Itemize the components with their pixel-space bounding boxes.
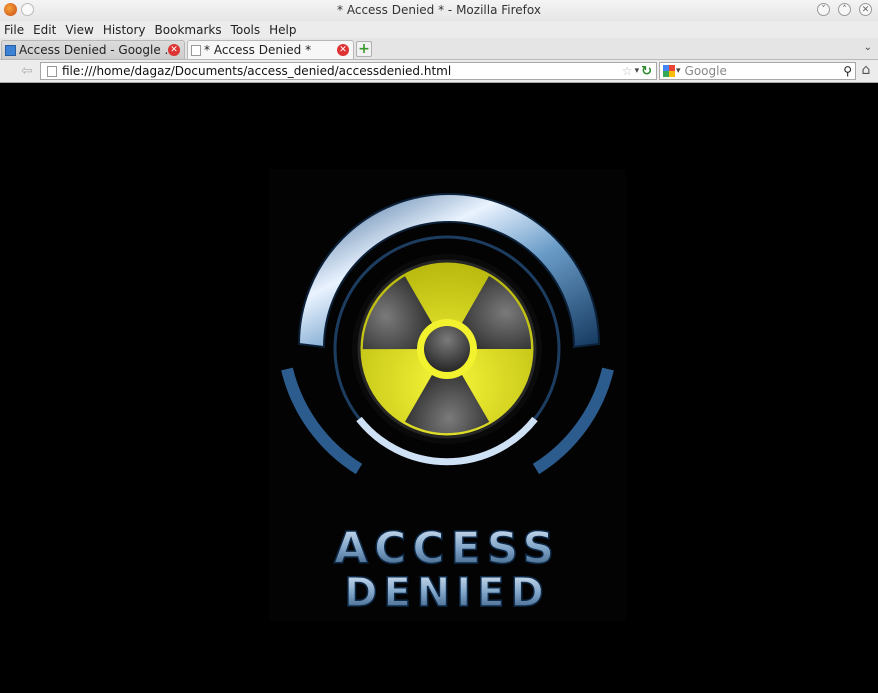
menu-file[interactable]: File [4, 23, 24, 37]
close-tab-icon[interactable]: ✕ [168, 44, 180, 56]
search-bar[interactable]: ▾ Google ⚲ [659, 62, 856, 80]
title-bar: * Access Denied * - Mozilla Firefox ˅ ˄ … [0, 0, 878, 22]
back-arrow-icon[interactable]: ⇦ [21, 63, 37, 79]
menu-history[interactable]: History [103, 23, 146, 37]
tab-list-chevron-icon[interactable]: ⌄ [864, 42, 872, 53]
menu-bar: File Edit View History Bookmarks Tools H… [0, 21, 878, 38]
search-engine-dropdown-icon[interactable]: ▾ [676, 66, 681, 76]
bookmark-star-icon[interactable]: ☆ [622, 64, 633, 78]
google-icon[interactable] [663, 65, 675, 77]
menu-tools[interactable]: Tools [231, 23, 261, 37]
history-dropdown-icon[interactable]: ▾ [635, 66, 640, 76]
page-icon [47, 65, 57, 77]
tab-label: * Access Denied * [204, 43, 312, 57]
logo-access-text: ACCESS [334, 523, 560, 574]
tab-access-denied-google[interactable]: Access Denied - Google ... ✕ [1, 40, 185, 59]
window-title: * Access Denied * - Mozilla Firefox [337, 3, 541, 17]
minimize-button[interactable]: ˅ [817, 3, 830, 16]
blank-page-icon [191, 44, 201, 56]
url-text[interactable]: file:///home/dagaz/Documents/access_deni… [62, 64, 622, 78]
navigation-toolbar: ⇦ file:///home/dagaz/Documents/access_de… [0, 60, 878, 83]
search-placeholder[interactable]: Google [683, 64, 844, 78]
reload-icon[interactable]: ↻ [641, 64, 652, 79]
maximize-button[interactable]: ˄ [838, 3, 851, 16]
tab-label: Access Denied - Google ... [19, 43, 168, 57]
search-go-icon[interactable]: ⚲ [843, 64, 852, 78]
menu-edit[interactable]: Edit [33, 23, 56, 37]
doc-icon [5, 44, 16, 56]
menu-bookmarks[interactable]: Bookmarks [155, 23, 222, 37]
url-bar[interactable]: file:///home/dagaz/Documents/access_deni… [40, 62, 657, 80]
logo-denied-text: DENIED [344, 570, 549, 616]
page-content: ACCESS DENIED [0, 83, 878, 693]
close-button[interactable]: ✕ [859, 3, 872, 16]
menu-view[interactable]: View [65, 23, 93, 37]
new-tab-button[interactable]: + [356, 41, 372, 57]
menu-help[interactable]: Help [269, 23, 296, 37]
close-tab-icon[interactable]: ✕ [337, 44, 349, 56]
access-denied-poster: ACCESS DENIED [269, 169, 626, 621]
home-icon[interactable]: ⌂ [858, 62, 874, 79]
tab-access-denied[interactable]: * Access Denied * ✕ [187, 40, 354, 59]
tab-bar: Access Denied - Google ... ✕ * Access De… [0, 38, 878, 60]
trefoil-center [424, 326, 470, 372]
